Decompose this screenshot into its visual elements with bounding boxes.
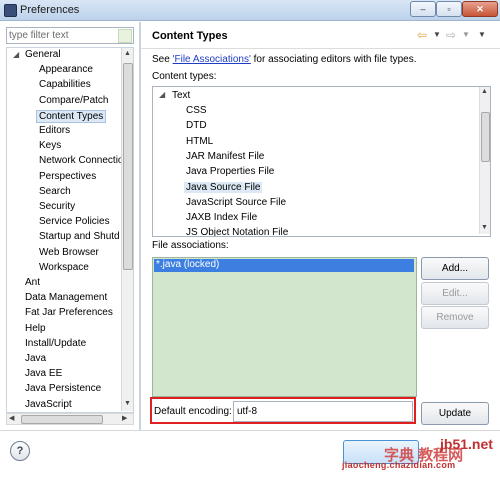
update-button[interactable]: Update: [421, 402, 489, 425]
content-type-item[interactable]: CSS: [186, 105, 207, 116]
content-types-scroll-thumb[interactable]: [481, 112, 490, 162]
content-type-item[interactable]: Java Properties File: [186, 166, 274, 177]
remove-button[interactable]: Remove: [421, 306, 489, 329]
back-menu-chevron-icon[interactable]: ▼: [433, 30, 441, 39]
tree-item[interactable]: Help: [25, 323, 46, 334]
file-associations-label: File associations:: [152, 240, 229, 251]
tree-item[interactable]: Java: [25, 353, 46, 364]
filter-input[interactable]: [9, 28, 117, 43]
content-types-scrollbar[interactable]: ▲ ▼: [479, 87, 490, 234]
tree-item[interactable]: Perspectives: [39, 171, 96, 182]
maximize-button[interactable]: ▫: [436, 1, 462, 17]
tree-item[interactable]: Web Browser: [39, 247, 99, 258]
content-type-item[interactable]: JavaScript Source File: [186, 197, 286, 208]
description-suffix: for associating editors with file types.: [250, 54, 417, 65]
pane-sash[interactable]: [139, 22, 141, 430]
scroll-down-icon[interactable]: ▼: [124, 400, 131, 407]
add-button[interactable]: Add...: [421, 257, 489, 280]
filter-field[interactable]: [6, 27, 134, 44]
tree-scroll-thumb[interactable]: [123, 63, 133, 270]
tree-item[interactable]: Compare/Patch: [39, 95, 108, 106]
tree-item[interactable]: Appearance: [39, 64, 93, 75]
clear-filter-icon[interactable]: [118, 29, 132, 43]
tree-vertical-scrollbar[interactable]: ▲ ▼: [121, 48, 133, 411]
watermark-sub: jiaocheng.chazidian.com: [342, 460, 456, 470]
scroll-down-icon[interactable]: ▼: [481, 224, 488, 231]
back-arrow-icon[interactable]: ⇦: [417, 28, 427, 42]
content-type-item[interactable]: Java Source File: [184, 181, 263, 193]
tree-item[interactable]: JavaScript: [25, 399, 72, 410]
edit-button[interactable]: Edit...: [421, 282, 489, 305]
watermark-site: jb51.net: [440, 436, 493, 452]
bottom-separator: [0, 430, 500, 431]
tree-item[interactable]: Service Policies: [39, 216, 110, 227]
content-type-item[interactable]: JAR Manifest File: [186, 151, 264, 162]
content-type-item[interactable]: DTD: [186, 120, 207, 131]
tree-horizontal-scrollbar[interactable]: ◀ ▶: [6, 413, 134, 425]
file-associations-list[interactable]: [152, 257, 417, 397]
tree-item[interactable]: General: [25, 49, 61, 60]
tree-item[interactable]: Data Management: [25, 292, 107, 303]
window-title: Preferences: [20, 4, 80, 16]
tree-item[interactable]: Java EE: [25, 368, 62, 379]
tree-item[interactable]: Capabilities: [39, 79, 91, 90]
tree-item[interactable]: Keys: [39, 140, 61, 151]
tree-item[interactable]: Network Connectio: [39, 155, 123, 166]
content-type-item[interactable]: JAXB Index File: [186, 212, 257, 223]
content-type-root[interactable]: Text: [172, 90, 190, 101]
scroll-up-icon[interactable]: ▲: [481, 88, 488, 95]
page-menu-chevron-icon[interactable]: ▼: [478, 30, 486, 39]
encoding-highlight-box: [150, 397, 416, 424]
tree-item[interactable]: Content Types: [36, 109, 107, 123]
content-types-tree[interactable]: ◢ Text CSS DTD HTML JAR Manifest File Java P…: [152, 86, 491, 237]
tree-item[interactable]: Editors: [39, 125, 70, 136]
tree-item[interactable]: Install/Update: [25, 338, 86, 349]
file-associations-link[interactable]: 'File Associations': [173, 54, 251, 65]
tree-item[interactable]: Java Persistence: [25, 383, 101, 394]
collapse-chevron-icon[interactable]: ◢: [159, 90, 165, 99]
tree-item[interactable]: Fat Jar Preferences: [25, 307, 113, 318]
page-title: Content Types: [152, 30, 228, 42]
content-type-item[interactable]: HTML: [186, 136, 213, 147]
minimize-button[interactable]: –: [410, 1, 436, 17]
preferences-tree[interactable]: ◢ General Appearance Capabilities Compare/Pa…: [6, 47, 134, 413]
tree-item[interactable]: Security: [39, 201, 75, 212]
tree-hscroll-thumb[interactable]: [21, 415, 103, 424]
page-description: See 'File Associations' for associating …: [152, 54, 417, 65]
help-icon[interactable]: ?: [10, 441, 30, 461]
content-types-label: Content types:: [152, 71, 217, 82]
tree-item[interactable]: Ant: [25, 277, 40, 288]
description-prefix: See: [152, 54, 173, 65]
content-type-item[interactable]: JS Object Notation File: [186, 227, 288, 236]
tree-item[interactable]: Workspace: [39, 262, 89, 273]
forward-menu-chevron-icon[interactable]: ▼: [462, 30, 470, 39]
collapse-chevron-icon[interactable]: ◢: [13, 50, 19, 59]
scroll-right-icon[interactable]: ▶: [122, 414, 127, 422]
tree-item[interactable]: Startup and Shutd: [39, 231, 120, 242]
close-button[interactable]: ✕: [462, 1, 498, 17]
app-icon: [4, 4, 17, 17]
file-association-item[interactable]: *.java (locked): [156, 259, 219, 270]
forward-arrow-icon[interactable]: ⇨: [446, 28, 456, 42]
scroll-up-icon[interactable]: ▲: [124, 50, 131, 57]
tree-item[interactable]: Search: [39, 186, 71, 197]
scroll-left-icon[interactable]: ◀: [9, 414, 14, 422]
